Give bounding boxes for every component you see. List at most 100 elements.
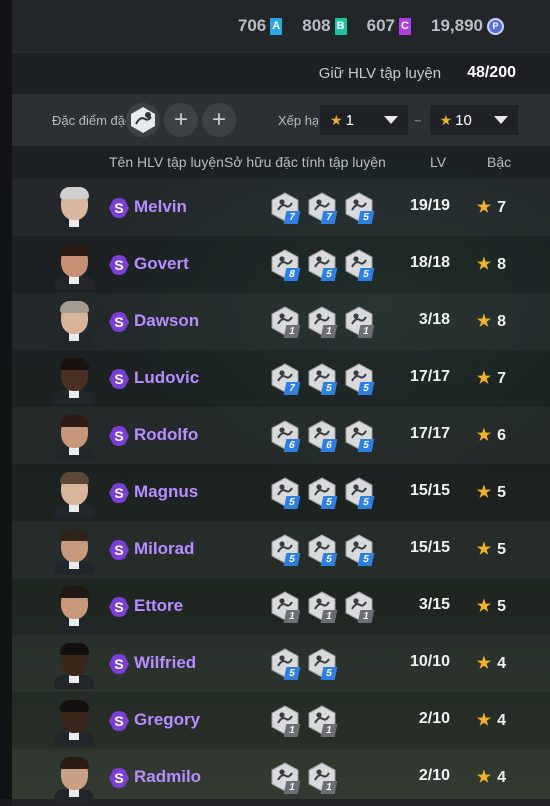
avatar [54, 187, 94, 233]
defend-icon[interactable]: 1 [344, 591, 375, 623]
stamina-icon[interactable]: 5 [307, 477, 338, 509]
star-icon: ★ [439, 111, 453, 128]
avatar [54, 244, 94, 290]
trait-level: 5 [357, 268, 375, 281]
trainer-row[interactable]: S Magnus 5 5 5 15/15 ★ 5 [12, 464, 550, 521]
star-icon: ★ [476, 712, 492, 729]
trait-list: 7 7 5 [270, 192, 381, 224]
trainer-row[interactable]: S Milorad 5 5 5 15/15 ★ 5 [12, 521, 550, 578]
running-icon[interactable]: 1 [344, 306, 375, 338]
avatar [54, 358, 94, 404]
trainer-count: Giữ HLV tập luyện 48/200 [12, 52, 550, 94]
star-icon: ★ [476, 256, 492, 273]
currency-coin: 19,890 P [431, 16, 504, 36]
strength-icon[interactable]: 1 [270, 762, 301, 794]
shooting-icon[interactable]: 7 [270, 192, 301, 224]
star-icon: ★ [476, 427, 492, 444]
trait-level: 1 [320, 724, 338, 737]
rank-filter-label: Xếp hạng [278, 112, 318, 128]
trait-level: 1 [320, 325, 338, 338]
trait-list: 1 1 1 [270, 591, 381, 623]
table-header: Tên HLV tập luyện Sở hữu đặc tính tập lu… [12, 146, 550, 179]
trainer-level: 2/10 [418, 767, 450, 784]
trainer-row[interactable]: S Govert 8 5 5 18/18 ★ 8 [12, 236, 550, 293]
tier-value: 8 [497, 313, 506, 330]
header-icon[interactable]: 5 [344, 363, 375, 395]
stamina-icon[interactable]: 5 [307, 648, 338, 680]
trait-level: 5 [320, 382, 338, 395]
stamina-icon[interactable]: 5 [344, 420, 375, 452]
strength-icon[interactable]: 5 [270, 477, 301, 509]
currency-b: 808 B [302, 16, 347, 36]
star-icon: ★ [330, 111, 343, 128]
trainer-row[interactable]: S Ludovic 7 5 5 17/17 ★ 7 [12, 350, 550, 407]
tactics-icon[interactable]: 5 [270, 534, 301, 566]
trainer-count-value: 48/200 [467, 64, 516, 81]
stamina-icon[interactable]: 5 [344, 534, 375, 566]
chevron-down-icon [493, 116, 508, 124]
trait-level: 1 [320, 610, 338, 623]
trainer-tier: ★ 7 [477, 197, 506, 217]
stamina-icon[interactable]: 1 [307, 306, 338, 338]
header-traits: Sở hữu đặc tính tập luyện [224, 154, 386, 170]
avatar [54, 586, 94, 632]
trait-filter-label: Đặc điểm đặc tính [52, 112, 126, 128]
defend-icon[interactable]: 5 [344, 477, 375, 509]
stamina-icon[interactable]: 5 [307, 249, 338, 281]
stamina-icon[interactable]: 5 [307, 363, 338, 395]
star-icon: ★ [476, 655, 492, 672]
add-trait-button-2[interactable]: + [202, 103, 236, 137]
stamina-icon[interactable]: 1 [307, 591, 338, 623]
strength-icon[interactable]: 1 [270, 705, 301, 737]
trainer-tier: ★ 4 [477, 653, 506, 673]
dribble-icon[interactable]: 7 [307, 192, 338, 224]
trainer-name: Ludovic [134, 368, 200, 387]
stamina-icon[interactable]: 1 [307, 762, 338, 794]
trainer-level: 19/19 [409, 197, 450, 214]
strength-icon[interactable]: 5 [270, 648, 301, 680]
ticket-b-icon: B [334, 17, 347, 35]
tier-value: 5 [497, 484, 506, 501]
goal-icon[interactable]: 6 [307, 420, 338, 452]
trait-list: 5 5 5 [270, 477, 381, 509]
header-name[interactable]: Tên HLV tập luyện [109, 154, 224, 170]
stamina-icon[interactable]: 5 [344, 192, 375, 224]
coin-value: 19,890 [431, 16, 483, 35]
stamina-icon[interactable]: 1 [307, 705, 338, 737]
strength-icon[interactable]: 1 [270, 591, 301, 623]
trait-level: 5 [357, 496, 375, 509]
rank-from-dropdown[interactable]: ★ 1 [320, 105, 408, 135]
header-tier[interactable]: Bậc [487, 154, 511, 170]
trait-level: 6 [283, 439, 301, 452]
trait-level: 1 [283, 325, 301, 338]
add-trait-button[interactable]: + [164, 103, 198, 137]
rank-to-dropdown[interactable]: ★ 10 [429, 105, 518, 135]
shooting-icon[interactable]: 1 [270, 306, 301, 338]
trainer-row[interactable]: S Ettore 1 1 1 3/15 ★ 5 [12, 578, 550, 635]
tactics-icon[interactable]: 6 [270, 420, 301, 452]
star-icon: ★ [476, 199, 492, 216]
avatar [54, 757, 94, 803]
goal-icon[interactable]: 7 [270, 363, 301, 395]
trainer-row[interactable]: S Dawson 1 1 1 3/18 ★ 8 [12, 293, 550, 350]
trainer-row[interactable]: S Gregory 1 1 2/10 ★ 4 [12, 692, 550, 749]
trainer-row[interactable]: S Melvin 7 7 5 19/19 ★ 7 [12, 179, 550, 236]
tackle-icon[interactable]: 8 [270, 249, 301, 281]
trainer-row[interactable]: S Wilfried 5 5 10/10 ★ 4 [12, 635, 550, 692]
trait-list: 11 [270, 705, 344, 737]
tier-value: 6 [497, 427, 506, 444]
rarity-s-badge: S [109, 369, 129, 389]
header-lv[interactable]: LV [430, 154, 446, 170]
trainer-row[interactable]: S Radmilo 1 1 2/10 ★ 4 [12, 749, 550, 806]
trainer-tier: ★ 5 [477, 482, 506, 502]
avatar [54, 472, 94, 518]
trait-level: 5 [320, 553, 338, 566]
trait-level: 1 [283, 724, 301, 737]
trait-level: 5 [320, 268, 338, 281]
trainer-row[interactable]: S Rodolfo 6 6 5 17/17 ★ 6 [12, 407, 550, 464]
trait-level: 1 [283, 610, 301, 623]
trait-filter-selected[interactable] [126, 103, 160, 137]
trophy-icon[interactable]: 5 [307, 534, 338, 566]
running-icon[interactable]: 5 [344, 249, 375, 281]
currency-bar: 706 A 808 B 607 C 19,890 P [12, 0, 550, 53]
